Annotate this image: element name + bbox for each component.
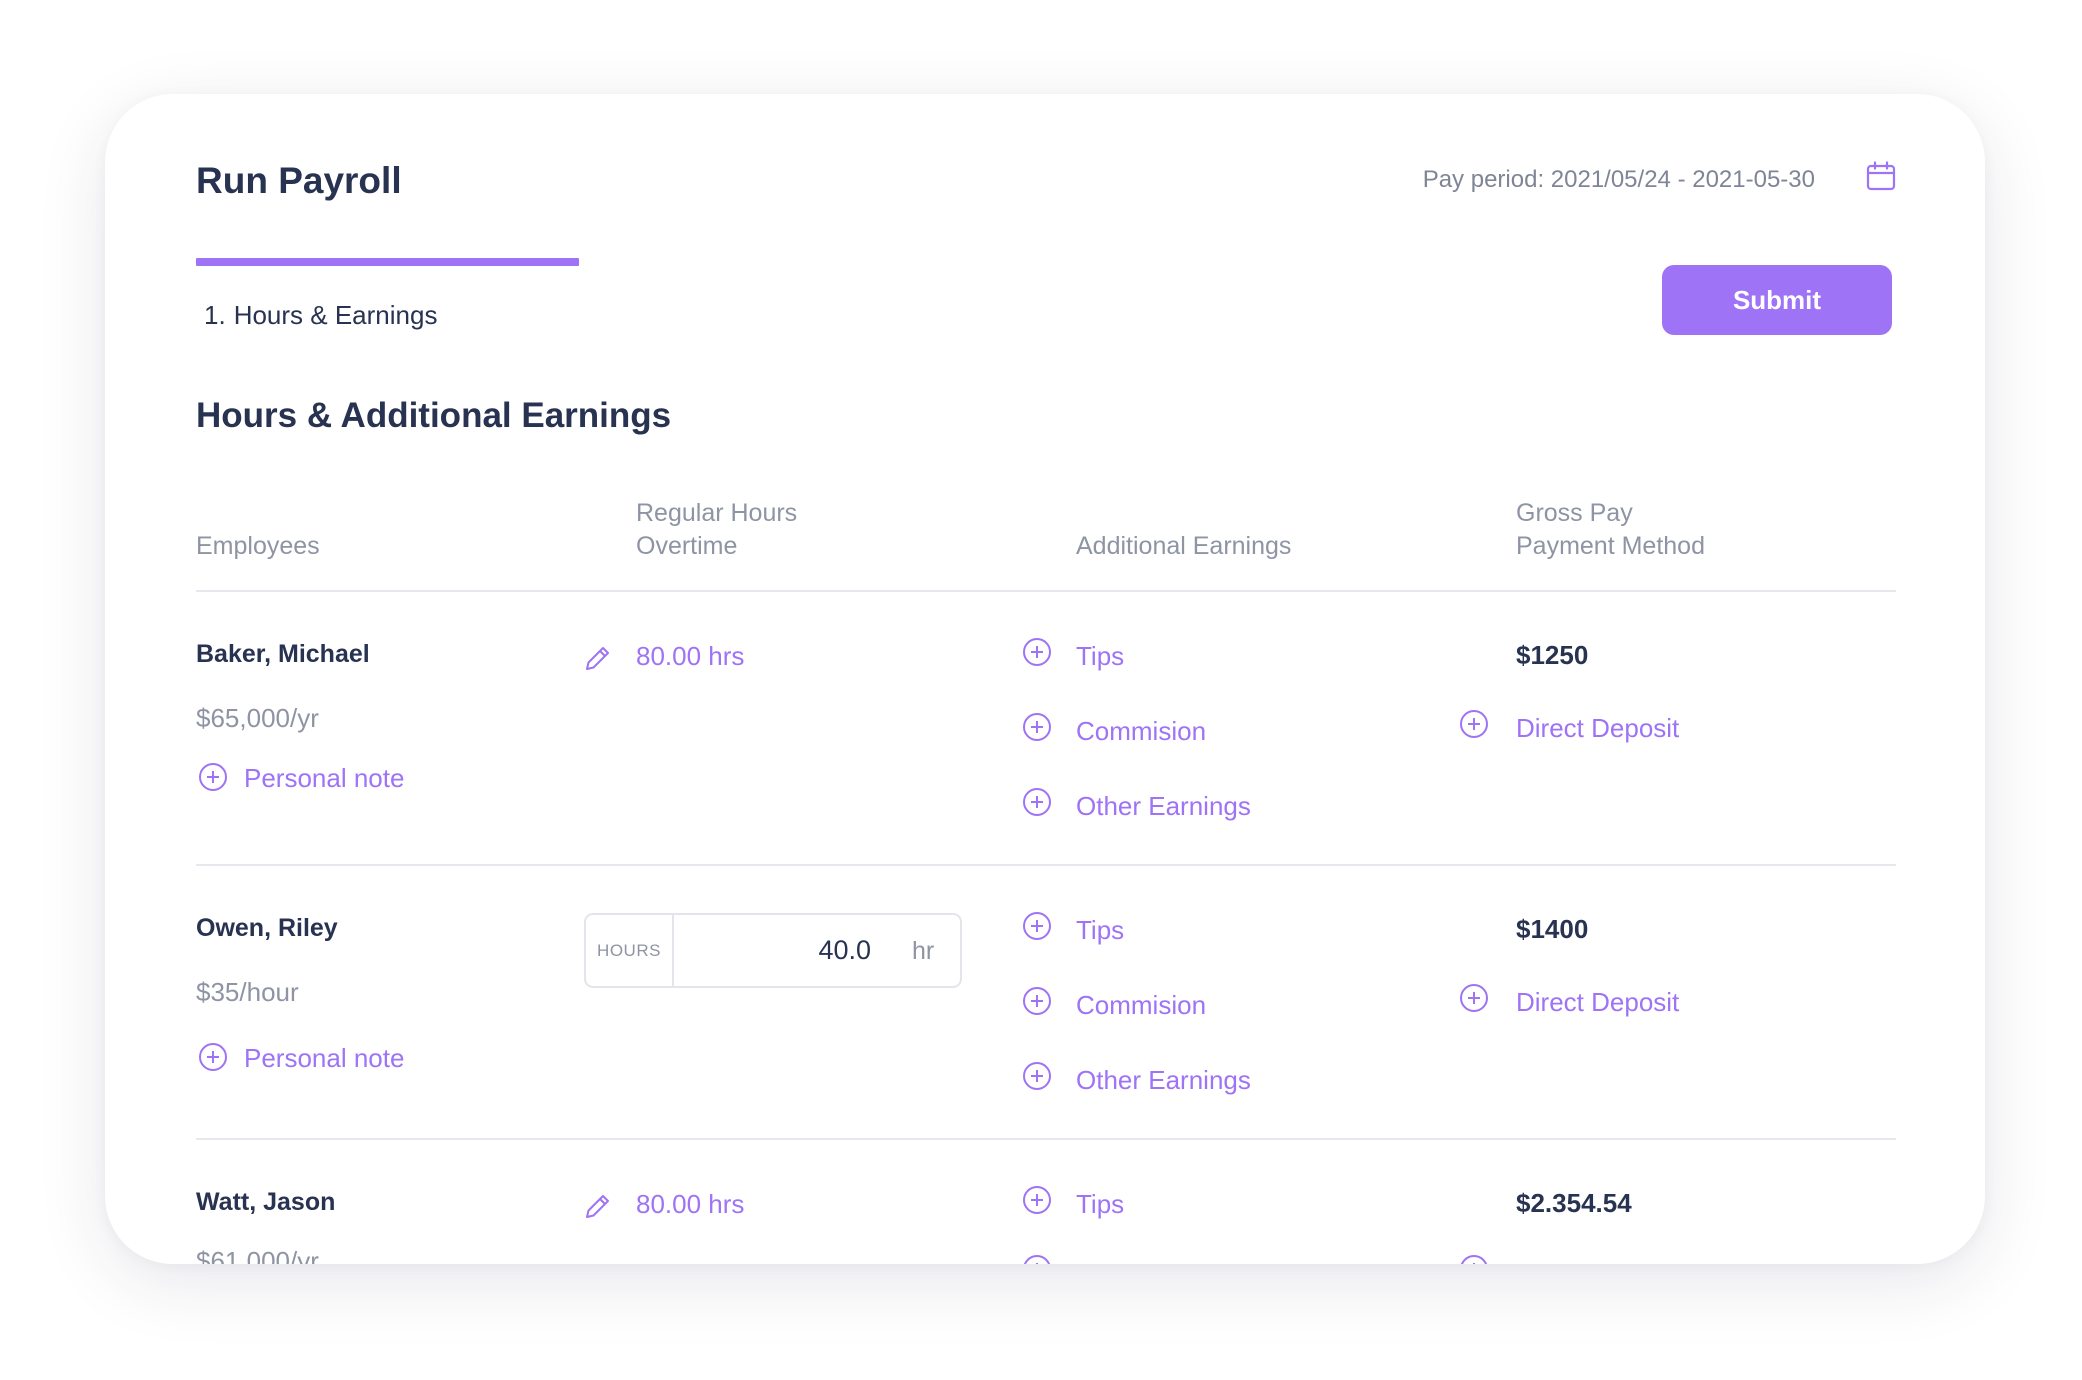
earning-other-link[interactable]: Other Earnings [1076,1065,1251,1096]
hours-value-link[interactable]: 80.00 hrs [636,641,744,672]
column-header-hours: Regular Hours Overtime [636,497,797,563]
column-header-overtime: Overtime [636,532,738,560]
hours-input[interactable] [676,915,871,986]
column-header-payment-method: Payment Method [1516,532,1705,560]
edit-hours-pencil-icon[interactable] [583,1191,613,1221]
add-payment-method-icon[interactable] [1459,1254,1489,1264]
submit-button[interactable]: Submit [1662,265,1892,335]
hours-input-group: HOURS hr [584,913,962,988]
employee-name: Baker, Michael [196,640,370,668]
step-label: Hours & Earnings [233,300,438,330]
add-other-earnings-icon[interactable] [1022,1061,1052,1091]
calendar-icon[interactable] [1865,160,1897,192]
employee-name: Owen, Riley [196,914,338,942]
employee-rate: $35/hour [196,977,299,1007]
add-commision-icon[interactable] [1022,986,1052,1016]
payroll-card: Run Payroll Pay period: 2021/05/24 - 202… [105,94,1985,1264]
row-divider [196,1138,1896,1140]
employee-rate: $65,000/yr [196,703,319,733]
column-header-regular-hours: Regular Hours [636,499,798,527]
employee-name: Watt, Jason [196,1188,336,1216]
earning-commision-link[interactable]: Commision [1076,990,1206,1021]
step-hours-earnings[interactable]: 1. Hours & Earnings [204,300,437,331]
add-payment-method-icon[interactable] [1459,709,1489,739]
gross-pay-value: $1250 [1516,640,1589,670]
earning-tips-link[interactable]: Tips [1076,915,1124,946]
add-payment-method-icon[interactable] [1459,983,1489,1013]
column-header-employees: Employees [196,532,320,560]
add-personal-note-icon[interactable] [198,762,228,792]
edit-hours-pencil-icon[interactable] [583,643,613,673]
add-commision-icon[interactable] [1022,712,1052,742]
payment-method-link[interactable]: Direct Deposit [1516,987,1679,1018]
hours-unit: hr [912,937,935,965]
personal-note-link[interactable]: Personal note [244,1043,404,1074]
add-other-earnings-icon[interactable] [1022,787,1052,817]
add-tips-icon[interactable] [1022,637,1052,667]
add-personal-note-icon[interactable] [198,1042,228,1072]
employee-rate: $61,000/yr [196,1246,319,1264]
earning-other-link[interactable]: Other Earnings [1076,791,1251,822]
earning-tips-link[interactable]: Tips [1076,1189,1124,1220]
step-number: 1. [204,300,226,330]
add-commision-icon[interactable] [1022,1254,1052,1264]
gross-pay-value: $2.354.54 [1516,1188,1632,1218]
add-tips-icon[interactable] [1022,911,1052,941]
earning-tips-link[interactable]: Tips [1076,641,1124,672]
hours-value-link[interactable]: 80.00 hrs [636,1189,744,1220]
section-title: Hours & Additional Earnings [196,396,672,435]
column-header-pay: Gross Pay Payment Method [1516,497,1705,563]
gross-pay-value: $1400 [1516,914,1589,944]
earning-commision-link[interactable]: Commision [1076,716,1206,747]
step-progress-bar [196,258,579,266]
hours-input-label: HOURS [586,915,674,986]
add-tips-icon[interactable] [1022,1185,1052,1215]
pay-period: Pay period: 2021/05/24 - 2021-05-30 [1422,166,1815,193]
personal-note-link[interactable]: Personal note [244,763,404,794]
payment-method-link[interactable]: Direct Deposit [1516,713,1679,744]
header-divider [196,590,1896,592]
column-header-additional-earnings: Additional Earnings [1076,532,1292,560]
column-header-gross-pay: Gross Pay [1516,499,1633,527]
row-divider [196,864,1896,866]
page-title: Run Payroll [196,160,402,201]
